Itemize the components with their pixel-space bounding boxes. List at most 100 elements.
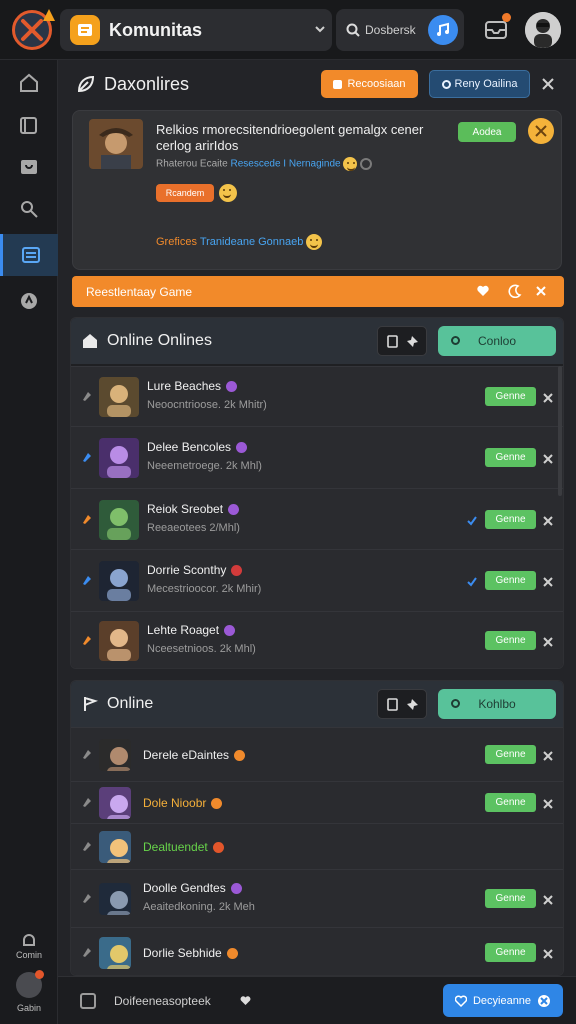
smile-icon — [306, 234, 323, 250]
copy-icon[interactable] — [386, 698, 399, 711]
list-item[interactable]: Lehte Roaget Nceesetnioos. 2k Mhl) Genne — [71, 611, 563, 668]
blue-action-button[interactable]: Reny Oailina — [429, 70, 530, 98]
avatar[interactable] — [99, 739, 131, 771]
avatar[interactable] — [99, 561, 139, 601]
sidebar-item-discover[interactable] — [0, 280, 58, 322]
close-icon[interactable] — [542, 391, 554, 403]
circle-icon — [451, 699, 460, 708]
list-item[interactable]: Dole Nioobr Genne — [71, 781, 563, 823]
close-icon[interactable] — [542, 635, 554, 647]
avatar[interactable] — [99, 787, 131, 819]
list-item[interactable]: Dealtuendet — [71, 823, 563, 869]
avatar[interactable] — [99, 621, 139, 661]
featured-avatar — [89, 119, 143, 169]
row-name-text: Doolle Gendtes — [143, 881, 226, 895]
row-status-icon — [81, 945, 93, 957]
row-action-button[interactable]: Genne — [485, 448, 536, 467]
search-box[interactable]: Dosbersk — [336, 9, 464, 51]
sidebar: Comin Gabin — [0, 60, 58, 1024]
group-2-tools[interactable] — [377, 689, 427, 719]
search-action-button[interactable] — [428, 15, 458, 45]
discover-icon — [21, 293, 37, 309]
avatar[interactable] — [99, 500, 139, 540]
row-name: Dorlie Sebhide — [143, 946, 238, 960]
avatar[interactable] — [99, 377, 139, 417]
copy-icon[interactable] — [386, 335, 399, 348]
chevron-down-icon[interactable] — [314, 23, 326, 35]
moon-icon[interactable] — [508, 284, 522, 298]
featured-card-footer: Grefices Tranideane Gonnaeb — [156, 234, 323, 250]
list-item[interactable]: Dorlie Sebhide Genne — [71, 927, 563, 975]
list-item[interactable]: Lure Beaches Neoocntrioose. 2k Mhitr) Genn… — [71, 366, 563, 426]
close-icon[interactable] — [542, 947, 554, 959]
group-2-header: Online Kohlbo — [71, 681, 563, 727]
close-icon[interactable] — [542, 575, 554, 587]
app-logo[interactable] — [12, 9, 55, 50]
list-item[interactable]: Derele eDaintes Genne — [71, 727, 563, 781]
top-bar: Komunitas Dosbersk — [0, 0, 576, 60]
home-icon — [83, 334, 97, 348]
group-1-button[interactable]: Conloo — [438, 326, 556, 356]
pin-icon[interactable] — [406, 335, 419, 348]
close-icon[interactable] — [542, 797, 554, 809]
leaf-icon — [77, 75, 95, 93]
close-icon[interactable] — [542, 893, 554, 905]
heart-icon[interactable] — [476, 284, 490, 298]
row-action-button[interactable]: Genne — [485, 793, 536, 812]
sidebar-item-people[interactable] — [0, 188, 58, 230]
row-action-button[interactable]: Genne — [485, 510, 536, 529]
app-switcher[interactable]: Komunitas — [60, 9, 332, 51]
sidebar-item-chat[interactable] — [0, 146, 58, 188]
smile-icon — [343, 157, 358, 171]
blue-action-label: Reny Oailina — [454, 78, 518, 90]
row-status-icon — [81, 573, 93, 585]
avatar[interactable] — [99, 831, 131, 863]
list-item[interactable]: Doolle Gendtes Aeaitedkoning. 2k Meh Genne — [71, 869, 563, 927]
featured-footer-blue[interactable]: Tranideane Gonnaeb — [200, 236, 304, 248]
row-action-button[interactable]: Genne — [485, 387, 536, 406]
orange-action-button[interactable]: Recoosiaan — [321, 70, 418, 98]
sidebar-footer-avatar[interactable] — [16, 970, 44, 998]
featured-card[interactable]: Relkios rmorecsitendrioegolent gemalgx c… — [72, 110, 562, 270]
close-icon[interactable] — [542, 452, 554, 464]
scrollbar[interactable] — [558, 366, 562, 496]
sidebar-item-pages[interactable] — [0, 104, 58, 146]
row-action-button[interactable]: Genne — [485, 571, 536, 590]
primary-action-button[interactable]: Decyieanne — [443, 984, 563, 1017]
close-icon[interactable] — [542, 514, 554, 526]
row-action-button[interactable]: Genne — [485, 631, 536, 650]
row-action-button[interactable]: Genne — [485, 745, 536, 764]
group-1-tools[interactable] — [377, 326, 427, 356]
row-action-button[interactable]: Genne — [485, 943, 536, 962]
avatar[interactable] — [99, 883, 131, 915]
row-name: Dole Nioobr — [143, 796, 223, 810]
list-item[interactable]: Delee Bencoles Neeemetroege. 2k Mhl) Genne — [71, 426, 563, 488]
heart-icon[interactable] — [240, 995, 251, 1006]
compose-input[interactable]: Doifeeneasopteek — [72, 985, 252, 1017]
sidebar-item-home[interactable] — [0, 62, 58, 104]
close-icon[interactable] — [534, 284, 548, 298]
sidebar-item-list[interactable] — [0, 234, 58, 276]
avatar[interactable] — [99, 438, 139, 478]
user-avatar[interactable] — [525, 12, 561, 48]
row-name: Reiok Sreobet — [147, 502, 240, 516]
presence-dot — [35, 970, 44, 979]
game-banner[interactable]: Reestlentaay Game — [72, 276, 564, 307]
featured-meta-link[interactable]: Resescede I Nernaginde — [231, 159, 341, 170]
pin-icon[interactable] — [406, 698, 419, 711]
list-item[interactable]: Reiok Sreobet Reeaeotees 2/Mhl) Genne — [71, 488, 563, 549]
row-action-button[interactable]: Genne — [485, 889, 536, 908]
close-icon[interactable] — [542, 749, 554, 761]
featured-card-title: Relkios rmorecsitendrioegolent gemalgx c… — [156, 122, 424, 153]
row-name-text: Dorrie Sconthy — [147, 563, 227, 577]
row-tag-icon — [212, 842, 224, 854]
compose-icon — [80, 993, 96, 1009]
row-tag-icon — [226, 381, 238, 393]
featured-pill[interactable]: Rcandem — [156, 184, 214, 202]
group-2-button[interactable]: Kohlbo — [438, 689, 556, 719]
notifications-button[interactable] — [483, 13, 511, 42]
avatar[interactable] — [99, 937, 131, 969]
list-item[interactable]: Dorrie Sconthy Mecestrioocor. 2k Mhir) Gen… — [71, 549, 563, 611]
featured-star-button[interactable] — [528, 118, 554, 144]
close-icon[interactable] — [541, 77, 555, 91]
